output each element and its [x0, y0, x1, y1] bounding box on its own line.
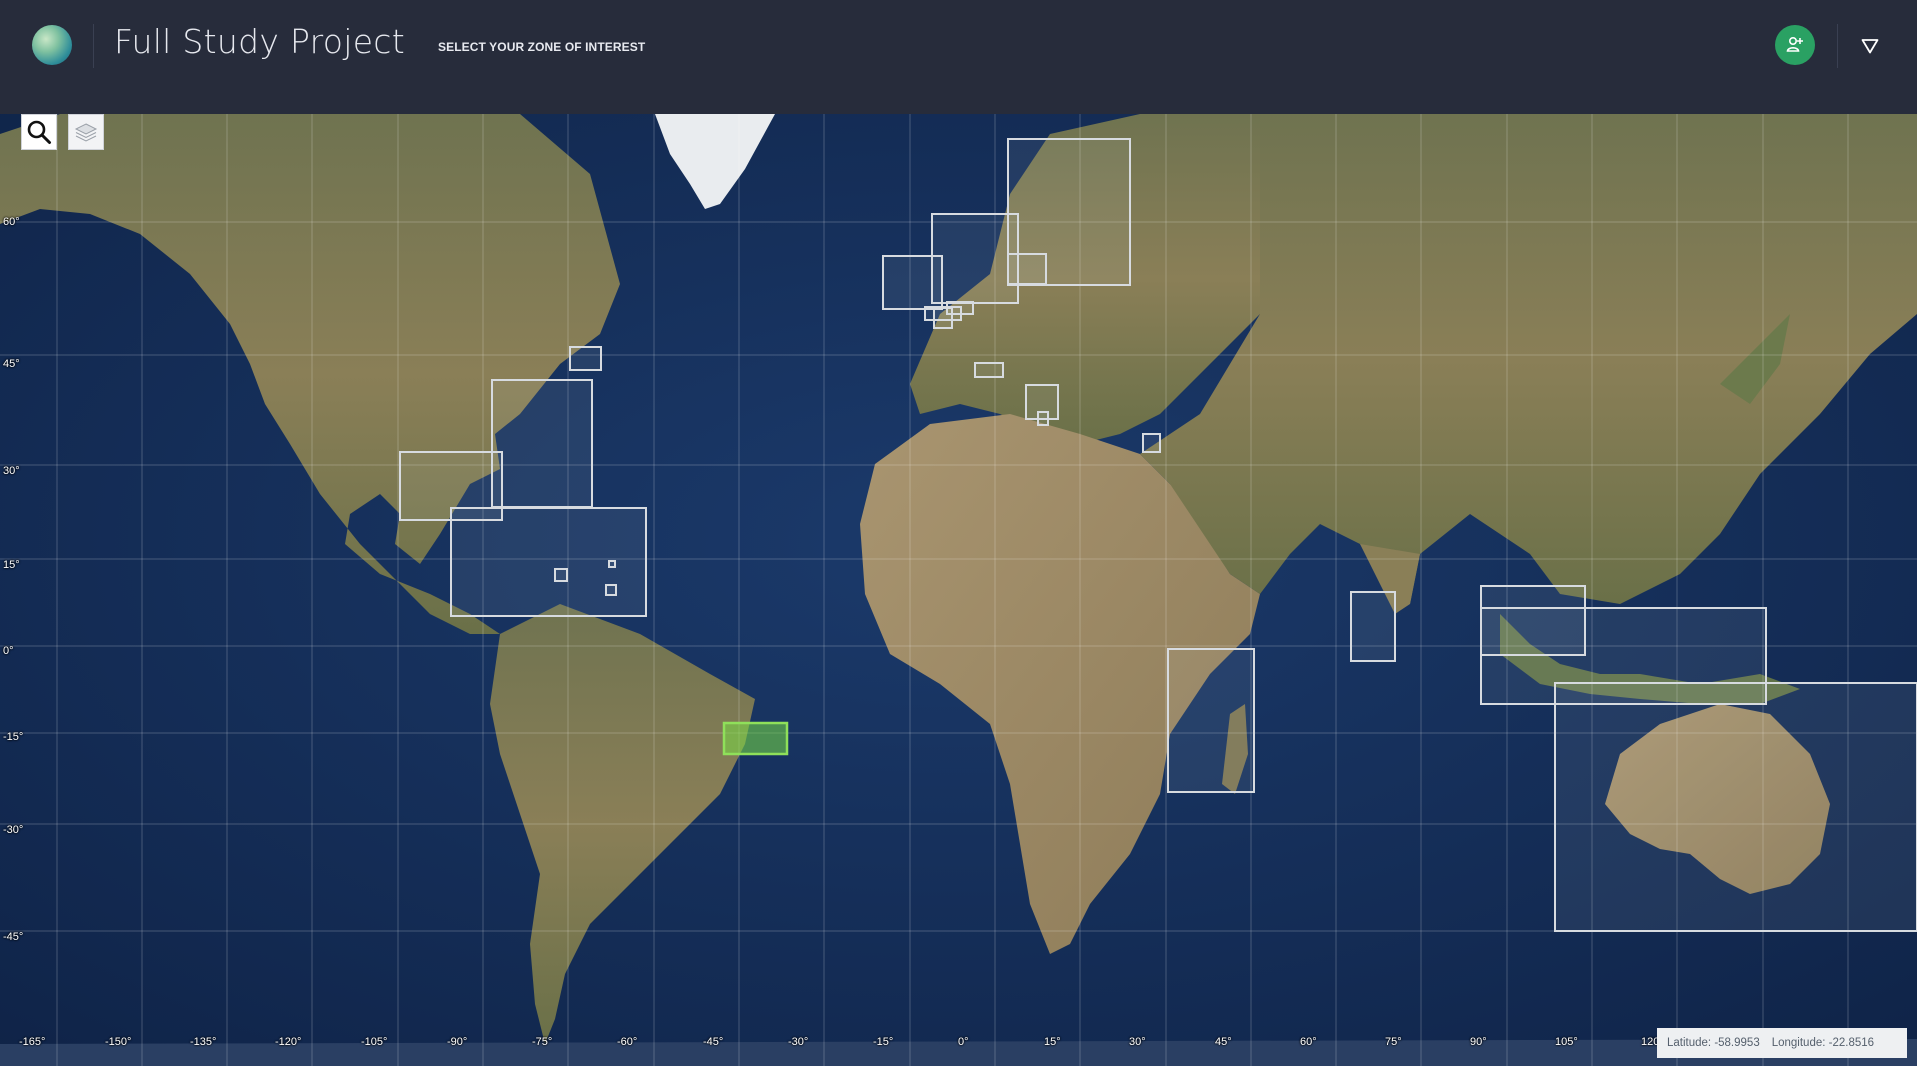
search-icon [27, 120, 51, 144]
lat-label-45: 45° [3, 358, 20, 370]
lon-label: -135° [190, 1036, 217, 1048]
cursor-coordinates-readout: Latitude: -58.9953 Longitude: -22.8516 [1657, 1028, 1907, 1058]
lon-label: 15° [1044, 1036, 1061, 1048]
project-title: Full Study Project [114, 22, 405, 61]
lon-label: -150° [105, 1036, 132, 1048]
add-user-icon [1786, 36, 1803, 52]
zone-of-interest-rect[interactable] [1037, 411, 1049, 426]
satellite-basemap[interactable] [0, 114, 1917, 1066]
lon-label: -120° [275, 1036, 302, 1048]
zone-of-interest-rect[interactable] [1167, 648, 1255, 793]
zone-of-interest-rect[interactable] [931, 213, 1019, 304]
header-divider-right [1837, 24, 1838, 68]
lon-label: -15° [873, 1036, 894, 1048]
lon-label: -60° [617, 1036, 638, 1048]
triangle-down-icon [1861, 39, 1879, 54]
zone-of-interest-rect[interactable] [608, 560, 616, 568]
zone-of-interest-rect[interactable] [1007, 253, 1047, 285]
zone-of-interest-rect[interactable] [1142, 433, 1161, 453]
map-search-button[interactable] [21, 114, 57, 150]
lon-label: -75° [532, 1036, 553, 1048]
lon-label: -165° [19, 1036, 46, 1048]
lon-label: -30° [788, 1036, 809, 1048]
zone-of-interest-rect[interactable] [491, 379, 593, 508]
lat-label-minus30: -30° [3, 824, 24, 836]
lat-label-minus15: -15° [3, 731, 24, 743]
zone-of-interest-rect[interactable] [605, 584, 617, 596]
lat-label-0: 0° [3, 645, 14, 657]
globe-logo-icon[interactable] [32, 25, 72, 65]
zone-of-interest-rect[interactable] [450, 507, 647, 617]
zone-of-interest-rect[interactable] [882, 255, 943, 310]
lon-label: 105° [1555, 1036, 1578, 1048]
lat-label-15: 15° [3, 559, 20, 571]
lon-label: -105° [361, 1036, 388, 1048]
zone-of-interest-rect[interactable] [569, 346, 602, 371]
lon-label: 60° [1300, 1036, 1317, 1048]
zone-of-interest-rect[interactable] [1350, 591, 1396, 662]
lat-label-30: 30° [3, 465, 20, 477]
lat-label-60: 60° [3, 216, 20, 228]
lon-label: 75° [1385, 1036, 1402, 1048]
selected-zone-rect[interactable] [722, 721, 789, 756]
latitude-readout: Latitude: -58.9953 [1667, 1037, 1760, 1049]
zone-of-interest-rect[interactable] [1554, 682, 1917, 932]
lat-label-minus45: -45° [3, 931, 24, 943]
longitude-readout: Longitude: -22.8516 [1771, 1037, 1875, 1049]
zone-of-interest-rect[interactable] [946, 301, 974, 315]
lon-label: 45° [1215, 1036, 1232, 1048]
world-map-canvas[interactable] [0, 114, 1917, 1066]
add-user-button[interactable] [1775, 25, 1815, 65]
zone-of-interest-rect[interactable] [974, 362, 1004, 378]
lon-label: 0° [958, 1036, 969, 1048]
dropdown-menu-button[interactable] [1856, 32, 1884, 60]
lon-label: -45° [703, 1036, 724, 1048]
top-header-bar: Full Study Project SELECT YOUR ZONE OF I… [0, 0, 1917, 114]
lon-label: -90° [447, 1036, 468, 1048]
zone-of-interest-rect[interactable] [554, 568, 568, 582]
layers-icon [74, 123, 98, 142]
lon-label: 90° [1470, 1036, 1487, 1048]
zone-selection-prompt: SELECT YOUR ZONE OF INTEREST [438, 40, 646, 54]
map-layers-button[interactable] [68, 114, 104, 150]
lon-label: 30° [1129, 1036, 1146, 1048]
header-divider [93, 24, 94, 68]
